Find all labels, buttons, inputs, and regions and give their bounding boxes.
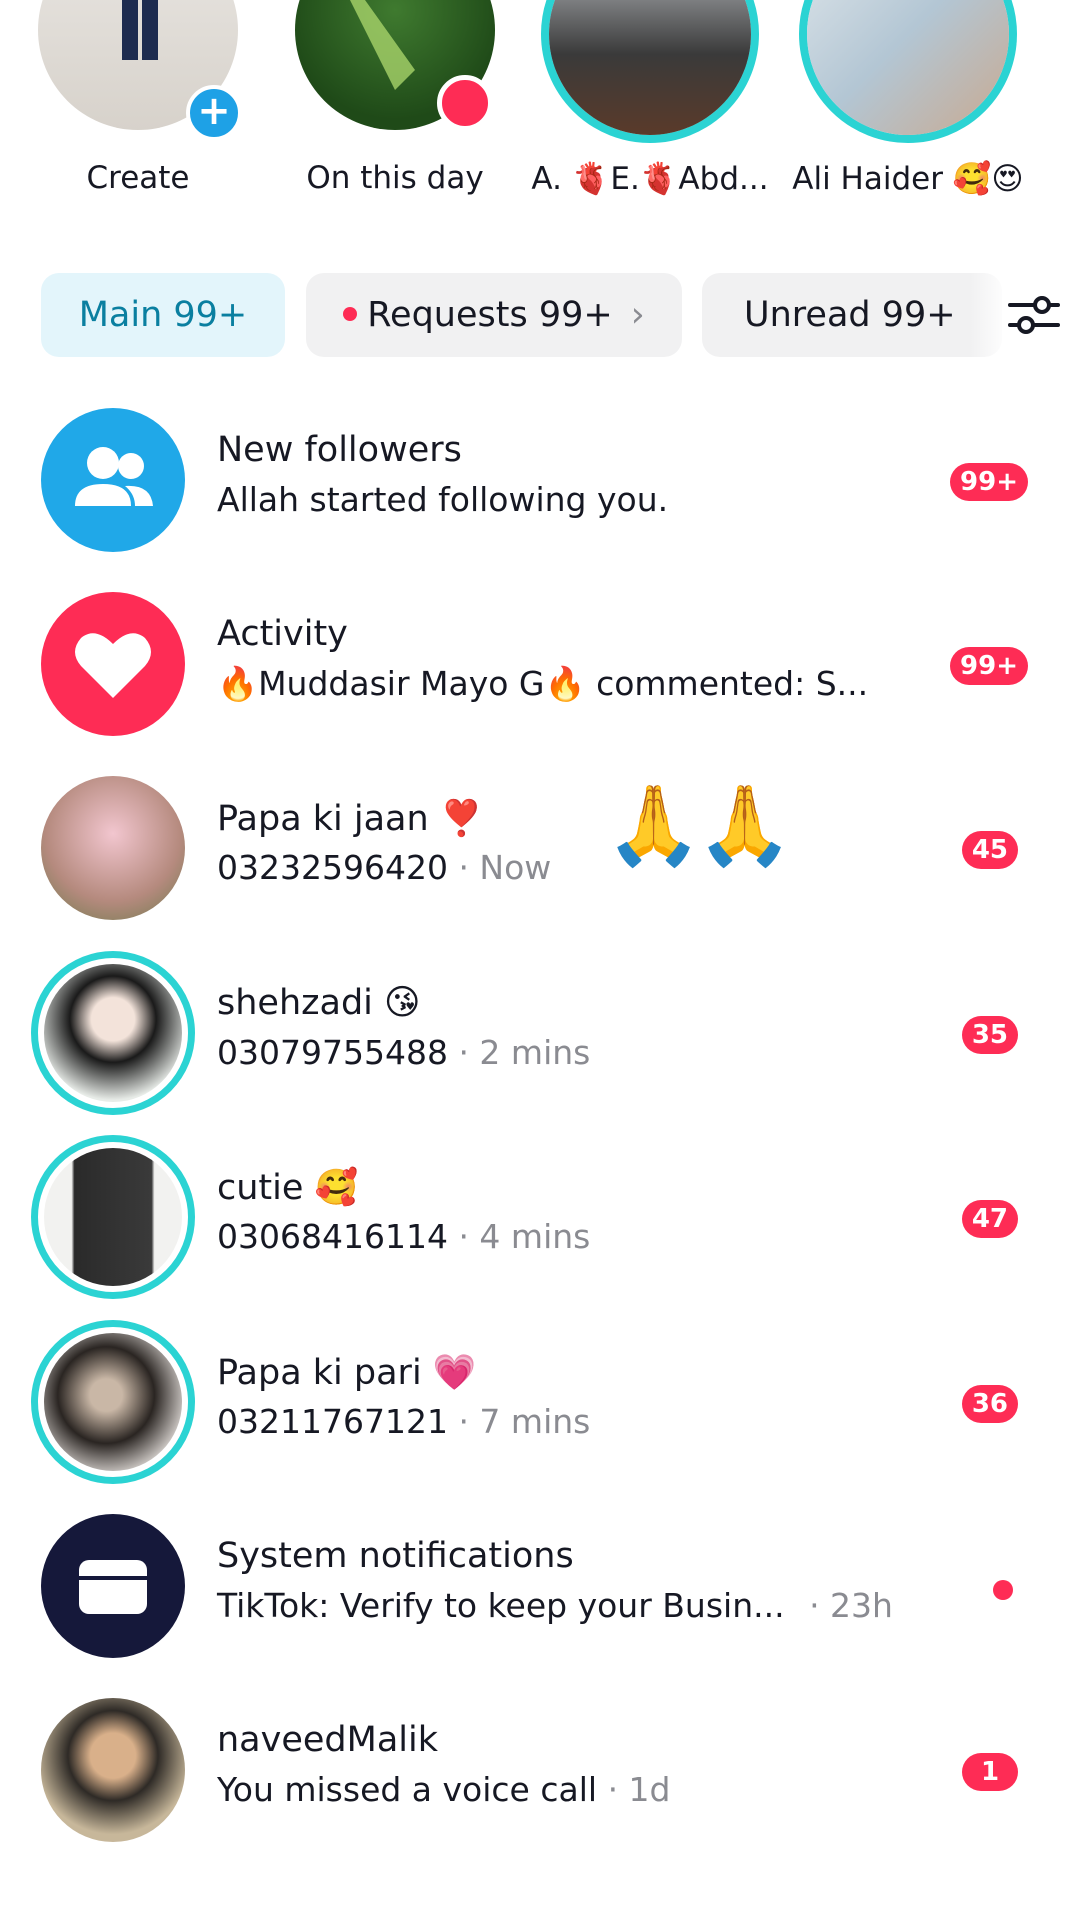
missed-call-text: You missed a voice call [217, 1770, 598, 1809]
story-thumbnail[interactable] [807, 0, 1009, 135]
inbox-row-system-notifications[interactable]: System notifications TikTok: Verify to k… [0, 1514, 1080, 1698]
unread-count-badge: 36 [961, 1385, 1018, 1423]
tab-requests[interactable]: Requests 99+ › [306, 273, 682, 357]
phone-number: 03232596420 [217, 848, 448, 887]
story-ring [799, 0, 1017, 143]
system-avatar [41, 1514, 185, 1658]
story-ring [541, 0, 759, 143]
row-subtitle: Allah started following you. [217, 480, 669, 519]
inbox-row-chat[interactable]: shehzadi 😘 03079755488 · 2 mins 35 [0, 951, 1080, 1145]
inbox-row-chat[interactable]: Papa ki pari 💗 03211767121 · 7 mins 36 [0, 1320, 1080, 1514]
tab-main-label: Main 99+ [78, 295, 248, 335]
phone-number: 03211767121 [217, 1402, 448, 1441]
user-avatar-story-ring[interactable] [31, 1135, 195, 1299]
inbox-icon [79, 1560, 147, 1614]
unread-count-badge: 35 [961, 1016, 1018, 1054]
inbox-tabs: Main 99+ Requests 99+ › Unread 99+ [0, 273, 1080, 357]
inbox-row-activity[interactable]: Activity 🔥Muddasir Mayo G🔥 commented: S.… [0, 592, 1080, 776]
unread-count-badge: 99+ [950, 647, 1028, 685]
unread-count-badge: 45 [961, 831, 1018, 869]
row-title: Activity [217, 614, 348, 654]
user-avatar[interactable] [41, 1698, 185, 1842]
timestamp: · 23h [809, 1586, 893, 1625]
unread-count-badge: 47 [961, 1200, 1018, 1238]
timestamp: · 2 mins [458, 1033, 591, 1072]
row-title: shehzadi 😘 [217, 983, 421, 1023]
row-title: Papa ki jaan ❣️ [217, 799, 484, 839]
row-title: New followers [217, 430, 462, 470]
user-avatar [44, 1333, 182, 1471]
inbox-row-chat[interactable]: Papa ki jaan ❣️ 🙏🙏 03232596420 · Now 45 [0, 776, 1080, 960]
notification-preview: TikTok: Verify to keep your Busin... [217, 1586, 785, 1625]
tab-unread[interactable]: Unread 99+ [702, 273, 1002, 357]
tab-requests-label: Requests 99+ [367, 295, 613, 335]
story-label: Create [86, 160, 190, 196]
stories-row: + Create On this day A. 🫀E.🫀Abd... Ali H… [0, 0, 1080, 215]
add-story-icon[interactable]: + [186, 85, 242, 141]
tab-unread-label: Unread 99+ [744, 295, 956, 335]
user-avatar [44, 964, 182, 1102]
row-subtitle: 03079755488 · 2 mins [217, 1033, 590, 1072]
inbox-row-chat[interactable]: naveedMalik You missed a voice call · 1d… [0, 1698, 1080, 1882]
row-subtitle: You missed a voice call · 1d [217, 1770, 671, 1809]
tab-main[interactable]: Main 99+ [41, 273, 285, 357]
phone-number: 03068416114 [217, 1217, 448, 1256]
user-avatar-story-ring[interactable] [31, 1320, 195, 1484]
story-label: On this day [306, 160, 484, 196]
row-subtitle: 03232596420 · Now [217, 848, 551, 887]
prayer-emoji: 🙏🙏 [605, 781, 793, 871]
red-dot-icon [343, 307, 358, 321]
story-label: A. 🫀E.🫀Abd... [531, 161, 769, 197]
chevron-right-icon: › [630, 295, 645, 335]
phone-number: 03079755488 [217, 1033, 448, 1072]
user-avatar-story-ring[interactable] [31, 951, 195, 1115]
row-title: Papa ki pari 💗 [217, 1353, 477, 1393]
activity-avatar [41, 592, 185, 736]
heart-icon [75, 633, 151, 698]
timestamp: · 4 mins [458, 1217, 591, 1256]
red-dot-badge [437, 75, 493, 131]
unread-dot [993, 1580, 1013, 1600]
row-title: naveedMalik [217, 1720, 438, 1760]
inbox-row-chat[interactable]: cutie 🥰 03068416114 · 4 mins 47 [0, 1135, 1080, 1329]
story-label: Ali Haider 🥰😍 [792, 161, 1024, 197]
new-followers-avatar [41, 408, 185, 552]
people-icon [75, 447, 153, 506]
story-thumbnail[interactable] [549, 0, 751, 135]
row-title: cutie 🥰 [217, 1168, 359, 1208]
unread-count-badge: 1 [962, 1753, 1018, 1791]
row-title: System notifications [217, 1536, 574, 1576]
inbox-row-new-followers[interactable]: New followers Allah started following yo… [0, 408, 1080, 592]
timestamp: · 7 mins [458, 1402, 591, 1441]
row-subtitle: 03068416114 · 4 mins [217, 1217, 590, 1256]
timestamp: · 1d [607, 1770, 671, 1809]
row-subtitle: TikTok: Verify to keep your Busin... · 2… [217, 1586, 893, 1625]
row-subtitle: 🔥Muddasir Mayo G🔥 commented: S... [217, 664, 869, 703]
user-avatar[interactable] [41, 776, 185, 920]
user-avatar [44, 1148, 182, 1286]
row-subtitle: 03211767121 · 7 mins [217, 1402, 590, 1441]
timestamp: · Now [458, 848, 552, 887]
unread-count-badge: 99+ [950, 463, 1028, 501]
filter-sliders-icon[interactable] [1008, 291, 1060, 339]
